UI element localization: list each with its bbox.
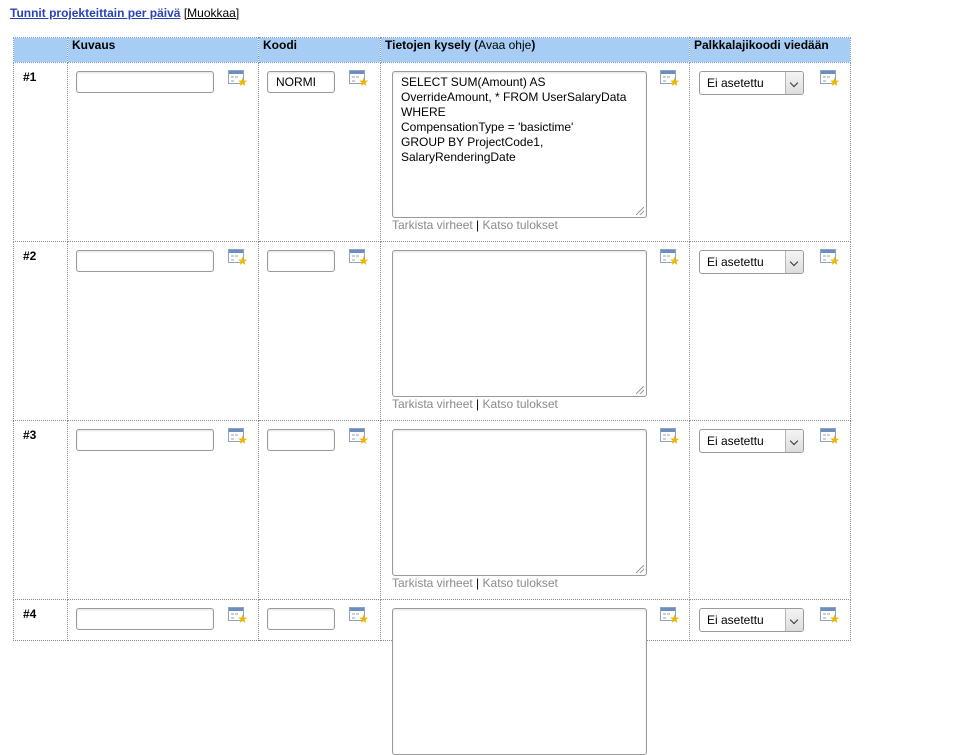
header-palkka: Palkkalajikoodi viedään — [689, 37, 851, 63]
calendar-star-icon[interactable]: ★ — [820, 70, 840, 88]
query-textarea[interactable] — [392, 250, 647, 397]
calendar-star-icon[interactable]: ★ — [349, 428, 369, 446]
row-number: #1 — [23, 70, 37, 84]
chevron-down-icon[interactable] — [785, 430, 803, 452]
query-actions: Tarkista virheet | Katso tulokset — [392, 218, 558, 232]
header-num — [13, 37, 68, 63]
kuvaus-input[interactable] — [76, 429, 214, 451]
resize-grip-icon[interactable] — [636, 207, 644, 215]
table-row: #3 ★ ★ ★ Tarkista virheet | Katso tuloks… — [13, 420, 851, 600]
palkka-select[interactable]: Ei asetettu — [699, 429, 804, 453]
chevron-down-icon[interactable] — [785, 251, 803, 273]
view-results-link[interactable]: Katso tulokset — [483, 218, 558, 232]
palkka-select-value: Ei asetettu — [707, 76, 764, 90]
palkka-select-value: Ei asetettu — [707, 613, 764, 627]
edit-link[interactable]: [Muokkaa] — [184, 6, 239, 20]
report-title-link[interactable]: Tunnit projekteittain per päivä — [10, 6, 180, 20]
query-actions: Tarkista virheet | Katso tulokset — [392, 397, 558, 411]
calendar-star-icon[interactable]: ★ — [228, 428, 248, 446]
palkka-select[interactable]: Ei asetettu — [699, 250, 804, 274]
koodi-input[interactable] — [267, 608, 335, 630]
calendar-star-icon[interactable]: ★ — [820, 249, 840, 267]
query-table: Kuvaus Koodi Tietojen kysely (Avaa ohje)… — [13, 37, 851, 755]
chevron-down-icon[interactable] — [785, 609, 803, 631]
calendar-star-icon[interactable]: ★ — [349, 249, 369, 267]
check-errors-link[interactable]: Tarkista virheet — [392, 397, 473, 411]
koodi-input[interactable]: NORMI — [267, 71, 335, 93]
header-query-close: ) — [531, 38, 536, 52]
separator: | — [476, 576, 480, 590]
check-errors-link[interactable]: Tarkista virheet — [392, 218, 473, 232]
palkka-select[interactable]: Ei asetettu — [699, 71, 804, 95]
chevron-down-icon[interactable] — [785, 72, 803, 94]
header-query-label: Tietojen kysely ( — [385, 38, 479, 52]
calendar-star-icon[interactable]: ★ — [660, 249, 680, 267]
calendar-star-icon[interactable]: ★ — [660, 70, 680, 88]
calendar-star-icon[interactable]: ★ — [660, 428, 680, 446]
query-textarea[interactable] — [392, 608, 647, 755]
row-number: #3 — [23, 428, 37, 442]
resize-grip-icon[interactable] — [636, 386, 644, 394]
koodi-input[interactable] — [267, 250, 335, 272]
header-kuvaus: Kuvaus — [67, 37, 259, 63]
view-results-link[interactable]: Katso tulokset — [483, 397, 558, 411]
table-row: #1 ★ NORMI ★ SELECT SUM(Amount) AS Overr… — [13, 62, 851, 242]
help-link[interactable]: Avaa ohje — [478, 38, 531, 52]
page-header: Tunnit projekteittain per päivä [Muokkaa… — [10, 6, 239, 20]
calendar-star-icon[interactable]: ★ — [820, 607, 840, 625]
kuvaus-input[interactable] — [76, 608, 214, 630]
resize-grip-icon[interactable] — [636, 565, 644, 573]
palkka-select-value: Ei asetettu — [707, 255, 764, 269]
palkka-select-value: Ei asetettu — [707, 434, 764, 448]
row-number: #4 — [23, 607, 37, 621]
separator: | — [476, 218, 480, 232]
row-number: #2 — [23, 249, 37, 263]
calendar-star-icon[interactable]: ★ — [228, 70, 248, 88]
calendar-star-icon[interactable]: ★ — [349, 70, 369, 88]
calendar-star-icon[interactable]: ★ — [820, 428, 840, 446]
query-textarea[interactable]: SELECT SUM(Amount) AS OverrideAmount, * … — [392, 71, 647, 218]
header-row: Kuvaus Koodi Tietojen kysely (Avaa ohje)… — [13, 37, 851, 63]
check-errors-link[interactable]: Tarkista virheet — [392, 576, 473, 590]
query-text: SELECT SUM(Amount) AS OverrideAmount, * … — [401, 75, 627, 164]
view-results-link[interactable]: Katso tulokset — [483, 576, 558, 590]
header-query: Tietojen kysely (Avaa ohje) — [380, 37, 690, 63]
table-row: #2 ★ ★ ★ Tarkista virheet | Katso tuloks… — [13, 241, 851, 421]
header-koodi: Koodi — [258, 37, 381, 63]
palkka-select[interactable]: Ei asetettu — [699, 608, 804, 632]
calendar-star-icon[interactable]: ★ — [349, 607, 369, 625]
koodi-input[interactable] — [267, 429, 335, 451]
calendar-star-icon[interactable]: ★ — [228, 249, 248, 267]
query-actions: Tarkista virheet | Katso tulokset — [392, 576, 558, 590]
table-row: #4 ★ ★ ★ Ei asetettu ★ — [13, 599, 851, 755]
kuvaus-input[interactable] — [76, 71, 214, 93]
kuvaus-input[interactable] — [76, 250, 214, 272]
calendar-star-icon[interactable]: ★ — [660, 607, 680, 625]
separator: | — [476, 397, 480, 411]
calendar-star-icon[interactable]: ★ — [228, 607, 248, 625]
query-textarea[interactable] — [392, 429, 647, 576]
